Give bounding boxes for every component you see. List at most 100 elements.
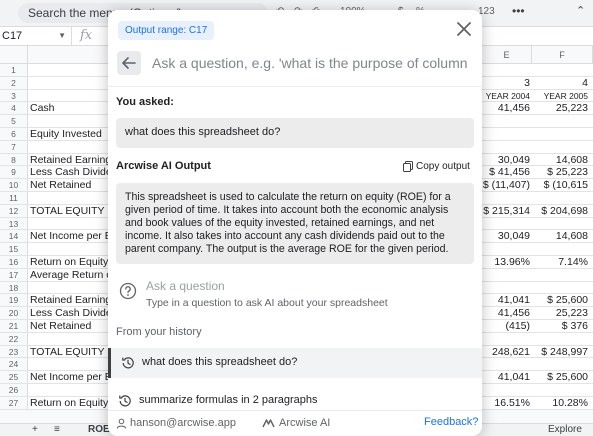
history-item-label: what does this spreadsheet do?: [142, 356, 298, 368]
row-number[interactable]: 18: [0, 281, 28, 294]
cell-f[interactable]: 4: [532, 77, 588, 90]
cell-a[interactable]: Retained Earnings: [30, 294, 110, 307]
cell-a[interactable]: Return on Equity: [30, 256, 110, 269]
cell-a[interactable]: Average Return o: [30, 269, 110, 282]
cell-e[interactable]: 41,041: [482, 371, 530, 384]
question-input[interactable]: [152, 51, 470, 75]
cell-e[interactable]: 41,041: [482, 294, 530, 307]
row-number[interactable]: 11: [0, 192, 28, 204]
chevron-down-icon[interactable]: ▼: [58, 31, 66, 40]
user-email: hanson@arcwise.app: [130, 417, 236, 429]
cell-e[interactable]: $ 41,456: [482, 166, 530, 179]
cell-f[interactable]: $ 376: [532, 320, 588, 333]
row-number[interactable]: 15: [0, 243, 28, 255]
corner-cell[interactable]: [0, 46, 28, 64]
cell-f[interactable]: $ 248,997: [532, 346, 588, 359]
row-number[interactable]: 23: [0, 345, 28, 358]
row-number[interactable]: 7: [0, 140, 28, 153]
sheet-tab-roe[interactable]: ROE: [88, 424, 110, 435]
row-number[interactable]: 12: [0, 204, 28, 217]
row-number[interactable]: 16: [0, 256, 28, 268]
cell-f[interactable]: $ 204,698: [532, 205, 588, 218]
row-number[interactable]: 8: [0, 153, 28, 166]
cell-e[interactable]: YEAR 2004: [482, 90, 530, 103]
row-number[interactable]: 13: [0, 217, 28, 230]
ai-output-text: This spreadsheet is used to calculate th…: [116, 183, 474, 264]
cell-a[interactable]: Less Cash Dividends: [30, 166, 110, 179]
cell-f[interactable]: $ (10,615: [532, 179, 588, 192]
row-number[interactable]: 22: [0, 332, 28, 345]
cell-a[interactable]: Return on Equity: [30, 397, 110, 410]
cell-e[interactable]: 41,456: [482, 102, 530, 115]
output-range-badge: Output range: C17: [118, 21, 215, 40]
back-arrow-button[interactable]: [117, 51, 141, 75]
row-number[interactable]: 14: [0, 230, 28, 243]
cell-e[interactable]: 3: [482, 77, 530, 90]
collapse-toolbar-icon[interactable]: ⌃: [576, 4, 585, 17]
cell-f[interactable]: $ 25,600: [532, 294, 588, 307]
you-asked-label: You asked:: [116, 96, 174, 108]
cell-f[interactable]: 14,608: [532, 230, 588, 243]
cell-e[interactable]: 16.51%: [482, 397, 530, 410]
cell-f[interactable]: YEAR 2005: [532, 90, 588, 103]
cell-a[interactable]: Less Cash Dividends: [30, 307, 110, 320]
row-number[interactable]: 21: [0, 320, 28, 332]
cell-e[interactable]: 13.96%: [482, 256, 530, 269]
user-account: hanson@arcwise.app: [116, 417, 236, 429]
cell-e[interactable]: 248,621: [482, 346, 530, 359]
cell-a[interactable]: Cash: [30, 102, 110, 115]
cell-a[interactable]: Net Retained: [30, 320, 110, 333]
name-box-value: C17: [2, 30, 23, 42]
row-number[interactable]: 2: [0, 76, 28, 89]
cell-e[interactable]: $ 215,314: [482, 205, 530, 218]
row-number[interactable]: 9: [0, 166, 28, 179]
row-number[interactable]: 6: [0, 128, 28, 140]
history-item[interactable]: what does this spreadsheet do?: [108, 348, 482, 378]
fx-icon: fx: [80, 28, 93, 43]
row-number[interactable]: 5: [0, 115, 28, 127]
cell-a[interactable]: Net Retained: [30, 179, 110, 192]
cell-a[interactable]: TOTAL EQUITY: [30, 205, 110, 218]
cell-f[interactable]: 14,608: [532, 154, 588, 167]
row-number[interactable]: 17: [0, 268, 28, 281]
cell-f[interactable]: 25,223: [532, 102, 588, 115]
row-number[interactable]: 27: [0, 396, 28, 409]
row-number[interactable]: 25: [0, 371, 28, 383]
name-box[interactable]: C17 ▼: [0, 27, 72, 46]
close-icon[interactable]: [454, 19, 474, 39]
cell-a[interactable]: Net Income per E: [30, 371, 110, 384]
column-header-e[interactable]: E: [482, 46, 532, 64]
cell-f[interactable]: 25,223: [532, 307, 588, 320]
column-header-f[interactable]: F: [532, 46, 593, 64]
row-number[interactable]: 3: [0, 89, 28, 102]
row-number[interactable]: 20: [0, 307, 28, 319]
add-sheet-icon[interactable]: +: [32, 424, 38, 435]
cell-e[interactable]: (415): [482, 320, 530, 333]
cell-a[interactable]: Net Income per E: [30, 230, 110, 243]
feedback-link[interactable]: Feedback?: [424, 416, 478, 428]
all-sheets-icon[interactable]: ≡: [54, 424, 60, 435]
asked-question: what does this spreadsheet do?: [116, 118, 474, 148]
row-number[interactable]: 4: [0, 102, 28, 115]
cell-f[interactable]: $ 25,600: [532, 371, 588, 384]
cell-f[interactable]: 7.14%: [532, 256, 588, 269]
more-options-icon[interactable]: •••: [512, 4, 525, 18]
row-number[interactable]: 1: [0, 64, 28, 76]
cell-e[interactable]: $ (11,407): [482, 179, 530, 192]
cell-a[interactable]: Equity Invested: [30, 128, 110, 141]
question-circle-icon: [119, 282, 137, 300]
cell-f[interactable]: $ 25,223: [532, 166, 588, 179]
cell-e[interactable]: 30,049: [482, 230, 530, 243]
explore-button[interactable]: Explore: [548, 424, 582, 435]
cell-a[interactable]: TOTAL EQUITY: [30, 346, 110, 359]
cell-f[interactable]: 10.28%: [532, 397, 588, 410]
cell-a[interactable]: Retained Earnings: [30, 154, 110, 167]
row-number[interactable]: 26: [0, 384, 28, 396]
row-number[interactable]: 19: [0, 294, 28, 307]
row-number[interactable]: 10: [0, 179, 28, 191]
cell-e[interactable]: 30,049: [482, 154, 530, 167]
cell-e[interactable]: 41,456: [482, 307, 530, 320]
row-number[interactable]: 24: [0, 358, 28, 371]
copy-output-button[interactable]: Copy output: [403, 158, 470, 174]
copy-output-label: Copy output: [416, 160, 470, 172]
